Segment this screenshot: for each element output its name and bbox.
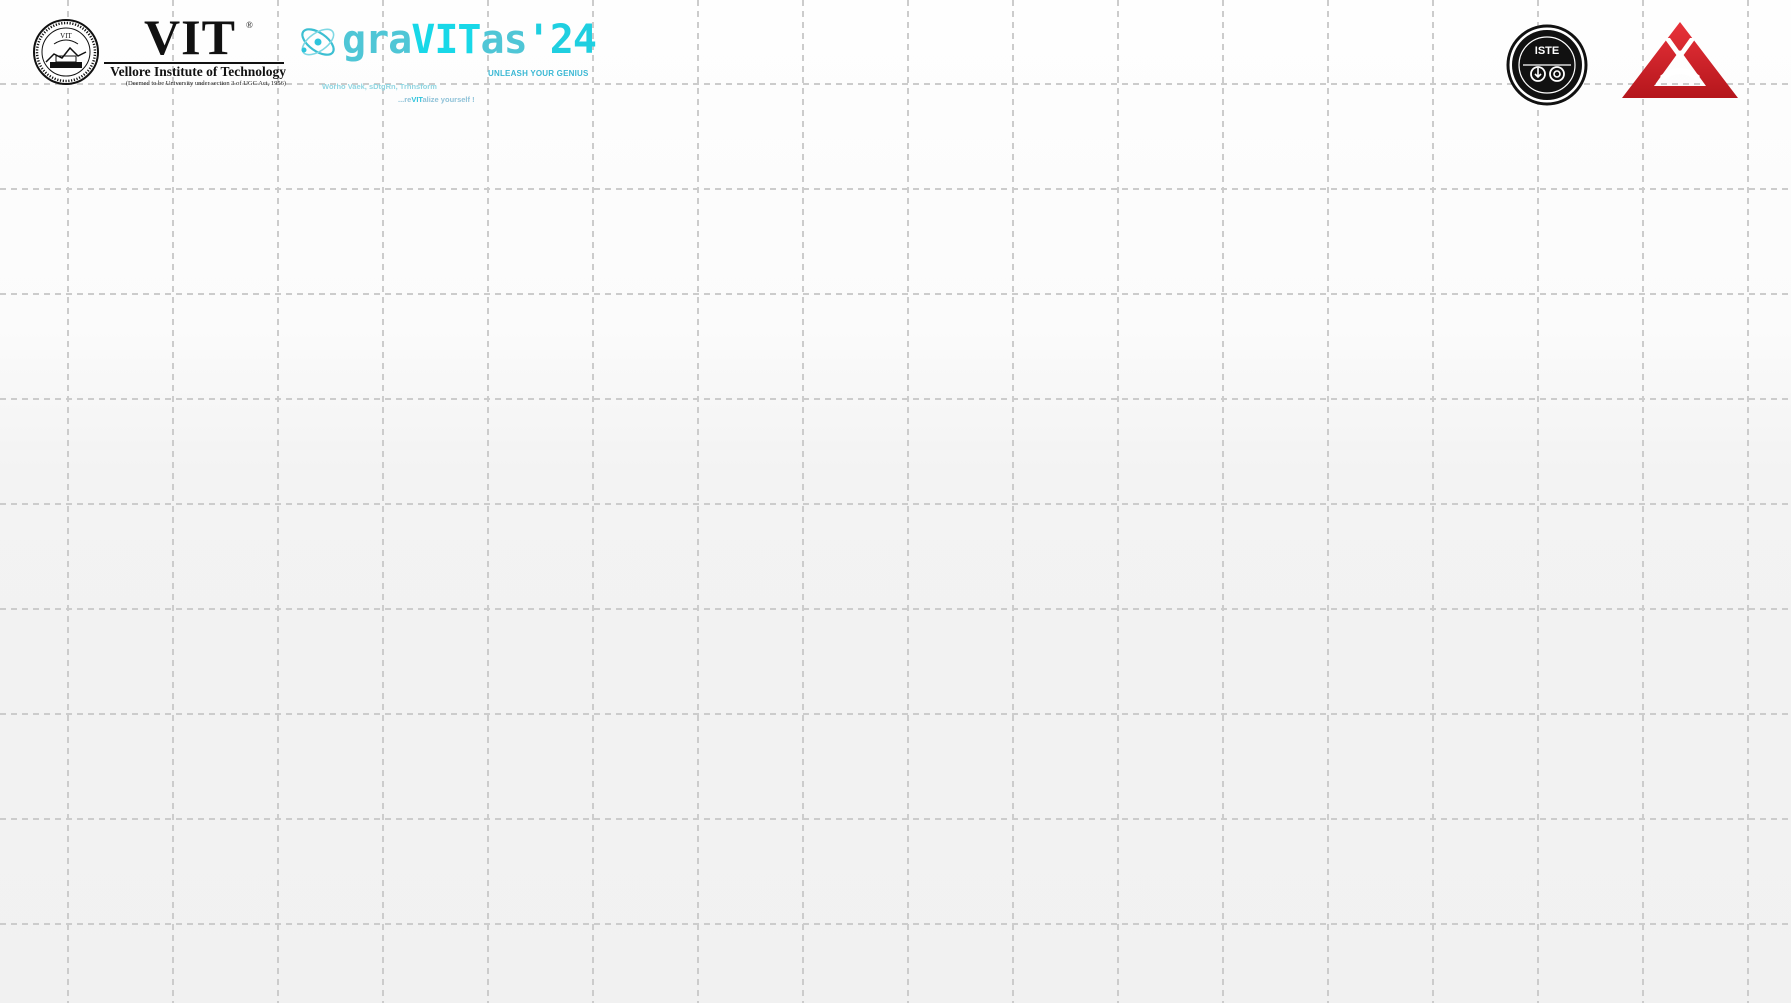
- gravitas-year: '24: [526, 17, 597, 63]
- gravitas-tagline: UNLEASH YOUR GENIUS: [488, 69, 589, 78]
- page-header: VIT VIT ® Vellore Institute of Technolog…: [0, 0, 1791, 120]
- gravitas-motto: Worho Vaek, sDtgRn, Trhnsform: [322, 82, 437, 91]
- revit-suffix: alize yourself !: [422, 95, 475, 104]
- vit-logo[interactable]: VIT VIT ® Vellore Institute of Technolog…: [32, 12, 286, 90]
- gravitas-title: graVITas'24: [342, 17, 597, 63]
- iste-label: ISTE: [1535, 45, 1559, 57]
- vit-subtitle: (Deemed to be University under section 3…: [125, 80, 286, 87]
- background-grid: [0, 0, 1791, 1003]
- gravitas-highlight: VIT: [411, 17, 481, 63]
- atom-icon: [301, 28, 335, 56]
- svg-text:VIT: VIT: [60, 32, 72, 40]
- vit-institute-name: Vellore Institute of Technology: [110, 64, 286, 79]
- red-triangle-logo-icon[interactable]: [1620, 20, 1740, 100]
- gravitas-suffix: as: [480, 17, 528, 63]
- revit-highlight: VIT: [411, 95, 423, 104]
- revit-prefix: ...re: [398, 95, 412, 104]
- vit-seal-icon: VIT: [33, 19, 99, 85]
- gravitas-logo[interactable]: graVITas'24 UNLEASH YOUR GENIUS Worho Va…: [296, 16, 597, 108]
- iste-logo-icon[interactable]: ISTE: [1506, 24, 1588, 106]
- gravitas-revitalize: ...reVITalize yourself !: [398, 95, 475, 104]
- vit-wordmark: VIT: [144, 9, 236, 65]
- registered-mark: ®: [246, 20, 253, 30]
- gravitas-prefix: gra: [342, 17, 412, 63]
